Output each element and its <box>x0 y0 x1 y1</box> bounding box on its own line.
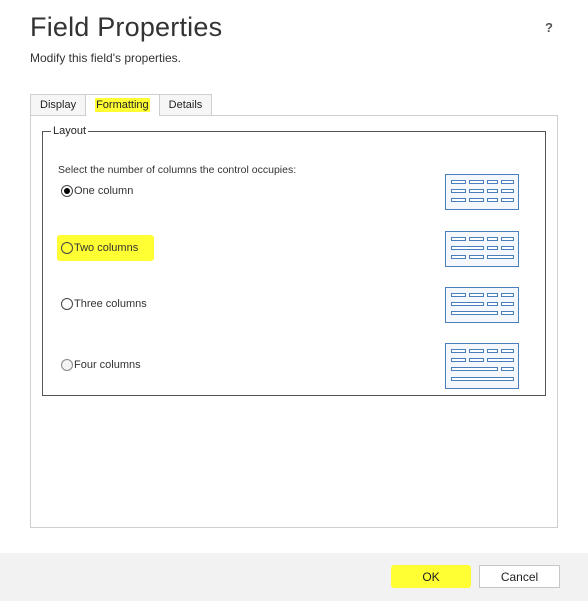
tab-details[interactable]: Details <box>158 94 213 115</box>
cancel-button[interactable]: Cancel <box>479 565 560 588</box>
formatting-tab-panel: Layout Select the number of columns the … <box>30 115 558 528</box>
tab-formatting[interactable]: Formatting <box>85 94 160 116</box>
dialog-subtitle: Modify this field's properties. <box>30 51 182 65</box>
layout-instruction: Select the number of columns the control… <box>58 164 297 176</box>
one-column-layout-icon <box>445 174 519 210</box>
tab-formatting-label: Formatting <box>95 98 150 112</box>
tab-details-label: Details <box>168 99 203 111</box>
tab-bar: Display Formatting Details <box>30 94 213 116</box>
option-three-columns[interactable]: Three columns <box>61 295 147 313</box>
layout-legend: Layout <box>53 125 87 137</box>
three-columns-label: Three columns <box>74 298 147 310</box>
ok-button[interactable]: OK <box>391 565 471 588</box>
help-icon[interactable]: ? <box>545 20 553 35</box>
tab-display[interactable]: Display <box>30 94 87 115</box>
three-columns-layout-icon <box>445 287 519 323</box>
four-columns-radio[interactable] <box>61 359 73 371</box>
dialog-title: Field Properties <box>30 12 223 42</box>
two-columns-layout-icon <box>445 231 519 267</box>
four-columns-label: Four columns <box>74 359 141 371</box>
two-columns-label: Two columns <box>74 242 139 254</box>
field-properties-dialog: Field Properties Modify this field's pro… <box>0 0 588 601</box>
layout-group: Layout Select the number of columns the … <box>42 125 546 396</box>
option-two-columns[interactable]: Two columns <box>61 239 138 257</box>
one-column-radio[interactable] <box>61 185 73 197</box>
option-one-column[interactable]: One column <box>61 182 133 200</box>
tab-display-label: Display <box>40 99 77 111</box>
three-columns-radio[interactable] <box>61 298 73 310</box>
dialog-footer: OK Cancel <box>0 553 588 601</box>
option-four-columns[interactable]: Four columns <box>61 356 141 374</box>
one-column-label: One column <box>74 185 134 197</box>
four-columns-layout-icon <box>445 343 519 389</box>
two-columns-radio[interactable] <box>61 242 73 254</box>
